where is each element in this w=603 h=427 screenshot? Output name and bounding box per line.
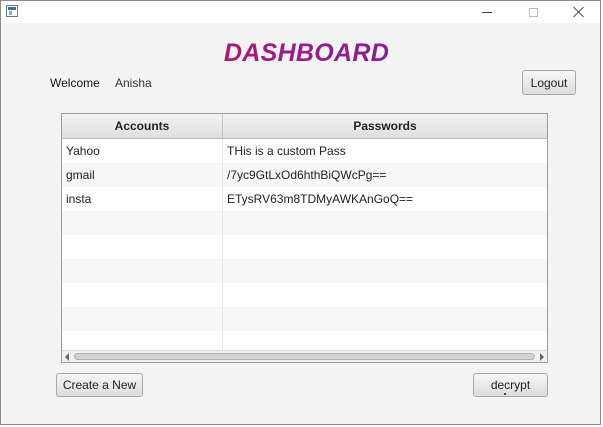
table-row[interactable]: gmail /7yc9GtLxOd6hthBiQWcPg== [62,163,547,187]
close-button[interactable] [556,1,602,23]
scroll-left-icon[interactable] [65,353,69,361]
table-body: Yahoo THis is a custom Pass gmail /7yc9G… [62,139,547,355]
logout-button[interactable]: Logout [522,70,576,95]
empty-cell [62,211,223,235]
table-header: Accounts Passwords [62,114,547,139]
decrypt-button[interactable]: decrypt [473,373,548,397]
scroll-right-icon[interactable] [540,353,544,361]
maximize-button[interactable] [510,1,556,23]
column-header-passwords[interactable]: Passwords [223,114,547,138]
username-label: Anisha [115,76,152,90]
table-row[interactable]: Yahoo THis is a custom Pass [62,139,547,163]
welcome-label: Welcome [50,76,100,90]
password-cell: /7yc9GtLxOd6hthBiQWcPg== [227,168,387,182]
title-bar [1,1,600,23]
accounts-table[interactable]: Accounts Passwords Yahoo THis is a custo… [61,113,548,363]
account-cell: gmail [62,163,223,187]
horizontal-scrollbar[interactable] [62,350,547,362]
minimize-icon [482,11,492,13]
maximize-icon [528,7,538,17]
scrollbar-thumb[interactable] [74,353,535,360]
empty-table-row [62,235,547,259]
create-new-button[interactable]: Create a New [56,373,143,397]
app-icon [6,5,18,17]
empty-table-row [62,283,547,307]
page-title: DASHBOARD [1,39,603,68]
empty-table-row [62,307,547,331]
app-window: DASHBOARD Welcome Anisha Logout Accounts… [0,0,601,425]
close-icon [573,6,585,18]
password-cell: THis is a custom Pass [227,144,346,158]
column-header-accounts[interactable]: Accounts [62,114,223,138]
table-row[interactable]: insta ETysRV63m8TDMyAWKAnGoQ== [62,187,547,211]
minimize-button[interactable] [464,1,510,23]
password-cell: ETysRV63m8TDMyAWKAnGoQ== [227,192,414,206]
account-cell: Yahoo [62,139,223,163]
empty-cell [62,307,223,331]
empty-cell [62,235,223,259]
empty-cell [62,283,223,307]
empty-table-row [62,211,547,235]
empty-table-row [62,259,547,283]
account-cell: insta [62,187,223,211]
empty-cell [62,259,223,283]
mouse-cursor [504,393,506,395]
